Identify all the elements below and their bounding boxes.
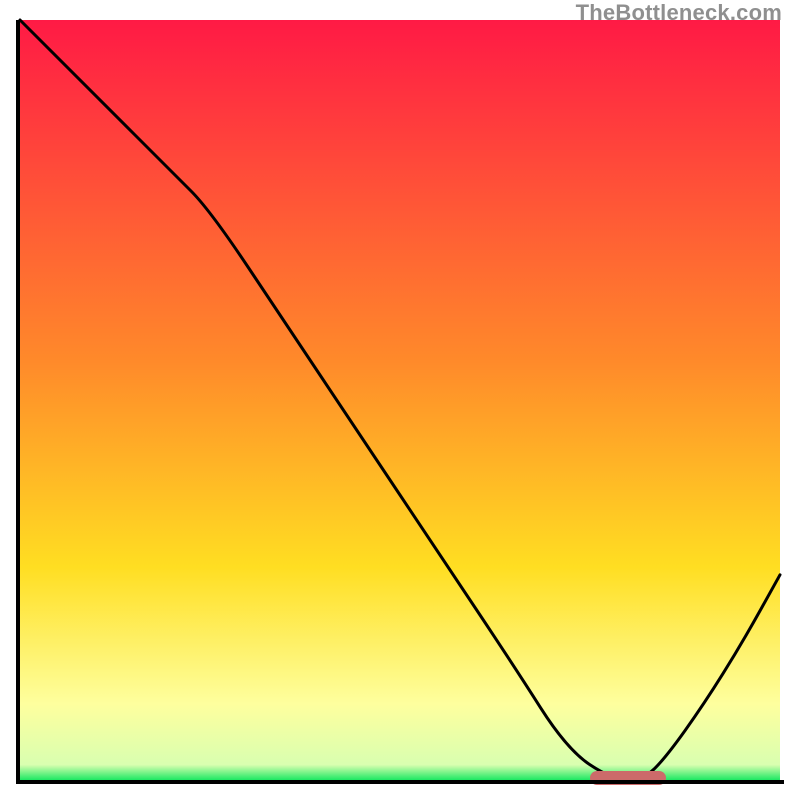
chart-frame: TheBottleneck.com (0, 0, 800, 800)
bottleneck-curve (20, 20, 780, 780)
watermark-text: TheBottleneck.com (576, 0, 782, 26)
plot-area (20, 20, 780, 780)
y-axis (16, 20, 20, 784)
x-axis (16, 780, 784, 784)
curve-layer (20, 20, 780, 780)
